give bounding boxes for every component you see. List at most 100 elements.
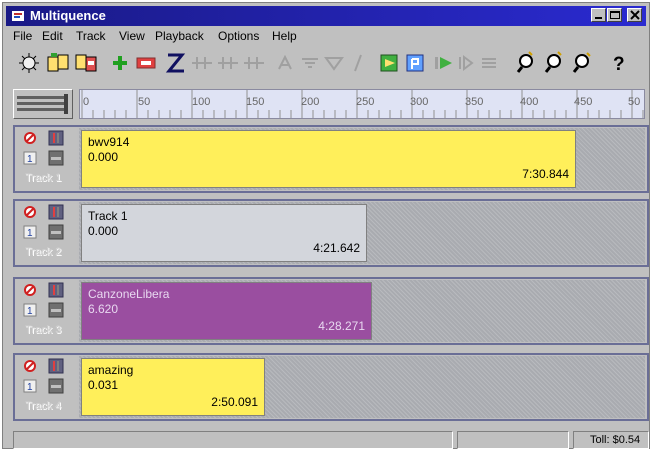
volume-meter-icon[interactable] [47, 281, 65, 299]
open-button[interactable] [45, 49, 71, 77]
solo-icon[interactable]: 1 [23, 151, 37, 165]
track-lane[interactable]: amazing 0.031 2:50.091 [79, 356, 645, 418]
svg-text:1: 1 [27, 154, 33, 165]
open-icon [47, 53, 69, 72]
help-icon: ? [613, 54, 625, 75]
save-button[interactable] [73, 49, 99, 77]
volume-meter-icon[interactable] [47, 357, 65, 375]
zoom-z-icon [165, 53, 186, 73]
mute-icon[interactable] [23, 283, 37, 297]
clip-name: CanzoneLibera [88, 287, 170, 301]
overview-thumb[interactable] [13, 89, 73, 119]
mute-icon[interactable] [23, 205, 37, 219]
menu-file[interactable]: File [13, 29, 32, 43]
minimize-button[interactable] [591, 8, 606, 22]
clip-name: bwv914 [88, 135, 130, 149]
fader-icon[interactable] [47, 377, 65, 395]
help-button[interactable]: ? [605, 49, 631, 77]
stop-button[interactable] [477, 49, 503, 77]
zoom-in-button[interactable] [513, 49, 539, 77]
menu-playback[interactable]: Playback [155, 29, 204, 43]
title-bar[interactable]: Multiquence [6, 6, 646, 26]
new-button[interactable] [17, 49, 43, 77]
clip-duration: 7:30.844 [522, 167, 569, 181]
window-title: Multiquence [30, 8, 106, 23]
clip-duration: 4:21.642 [313, 241, 360, 255]
audio-clip[interactable]: amazing 0.031 2:50.091 [81, 358, 265, 416]
volume-meter-icon[interactable] [47, 203, 65, 221]
insert-icon [380, 54, 398, 72]
svg-text:?: ? [613, 54, 625, 75]
track-lane[interactable]: Track 1 0.000 4:21.642 [79, 202, 645, 264]
maximize-button[interactable] [607, 8, 622, 22]
align-1-icon [192, 57, 212, 69]
track-name-label: Track 3 [25, 324, 62, 336]
tool-c-button[interactable] [321, 49, 347, 77]
fader-icon[interactable] [47, 149, 65, 167]
fader-icon[interactable] [47, 223, 65, 241]
zoom-out-button[interactable] [541, 49, 567, 77]
tick-label: 400 [520, 96, 539, 108]
clip-duration: 2:50.091 [211, 395, 258, 409]
clip-start-time: 6.620 [88, 302, 119, 316]
clip-name: amazing [88, 363, 134, 377]
clip-start-time: 0.000 [88, 224, 119, 238]
zoom-fit-button[interactable] [569, 49, 595, 77]
status-panel-main [13, 431, 453, 449]
status-panel-middle [457, 431, 569, 449]
add-track-icon [113, 56, 127, 70]
align-3-button[interactable] [241, 49, 267, 77]
track-lane[interactable]: CanzoneLibera 6.620 4:28.271 [79, 280, 645, 342]
volume-meter-icon[interactable] [47, 129, 65, 147]
tool-d-button[interactable] [345, 49, 371, 77]
tool-a-button[interactable] [273, 49, 299, 77]
align-2-icon [218, 57, 238, 69]
tick-label: 300 [410, 96, 429, 108]
tick-label: 50 [628, 96, 641, 108]
mute-icon[interactable] [23, 359, 37, 373]
align-1-button[interactable] [189, 49, 215, 77]
track-name-label: Track 2 [25, 246, 62, 258]
tool-b-icon [302, 58, 318, 68]
play-button[interactable] [431, 49, 457, 77]
track-row: 1 Track 1 bwv914 0.000 7:30.844 [13, 125, 649, 193]
audio-clip[interactable]: CanzoneLibera 6.620 4:28.271 [81, 282, 372, 340]
tool-a-icon [278, 54, 292, 70]
tool-b-button[interactable] [297, 49, 323, 77]
solo-icon[interactable]: 1 [23, 225, 37, 239]
menu-edit[interactable]: Edit [42, 29, 63, 43]
zoom-out-icon [544, 51, 562, 73]
time-scale[interactable]: 0 50 100 150 200 250 300 350 400 450 50 [79, 89, 645, 119]
solo-icon[interactable]: 1 [23, 379, 37, 393]
record-button[interactable] [403, 49, 429, 77]
record-icon [406, 54, 424, 72]
fader-icon[interactable] [47, 301, 65, 319]
maximize-icon [610, 11, 620, 19]
close-button[interactable] [627, 8, 642, 22]
new-icon [19, 53, 39, 73]
tick-label: 50 [138, 96, 151, 108]
track-row: 1 Track 4 amazing 0.031 2:50.091 [13, 353, 649, 421]
timeline-ruler: 0 50 100 150 200 250 300 350 400 450 50 [13, 89, 645, 119]
zoom-z-button[interactable] [163, 49, 189, 77]
app-icon [11, 9, 25, 23]
clip-duration: 4:28.271 [318, 319, 365, 333]
tick-label: 0 [83, 96, 90, 108]
menu-view[interactable]: View [119, 29, 145, 43]
menu-track[interactable]: Track [76, 29, 106, 43]
clip-start-time: 0.000 [88, 150, 119, 164]
remove-track-button[interactable] [133, 49, 159, 77]
track-lane[interactable]: bwv914 0.000 7:30.844 [79, 128, 645, 190]
audio-clip[interactable]: bwv914 0.000 7:30.844 [81, 130, 576, 188]
menu-help[interactable]: Help [272, 29, 297, 43]
track-controls: 1 Track 1 [15, 127, 77, 191]
mute-icon[interactable] [23, 131, 37, 145]
insert-button[interactable] [377, 49, 403, 77]
add-track-button[interactable] [107, 49, 133, 77]
menu-options[interactable]: Options [218, 29, 259, 43]
align-2-button[interactable] [215, 49, 241, 77]
tick-label: 450 [574, 96, 593, 108]
audio-clip[interactable]: Track 1 0.000 4:21.642 [81, 204, 367, 262]
clip-start-time: 0.031 [88, 378, 119, 392]
solo-icon[interactable]: 1 [23, 303, 37, 317]
